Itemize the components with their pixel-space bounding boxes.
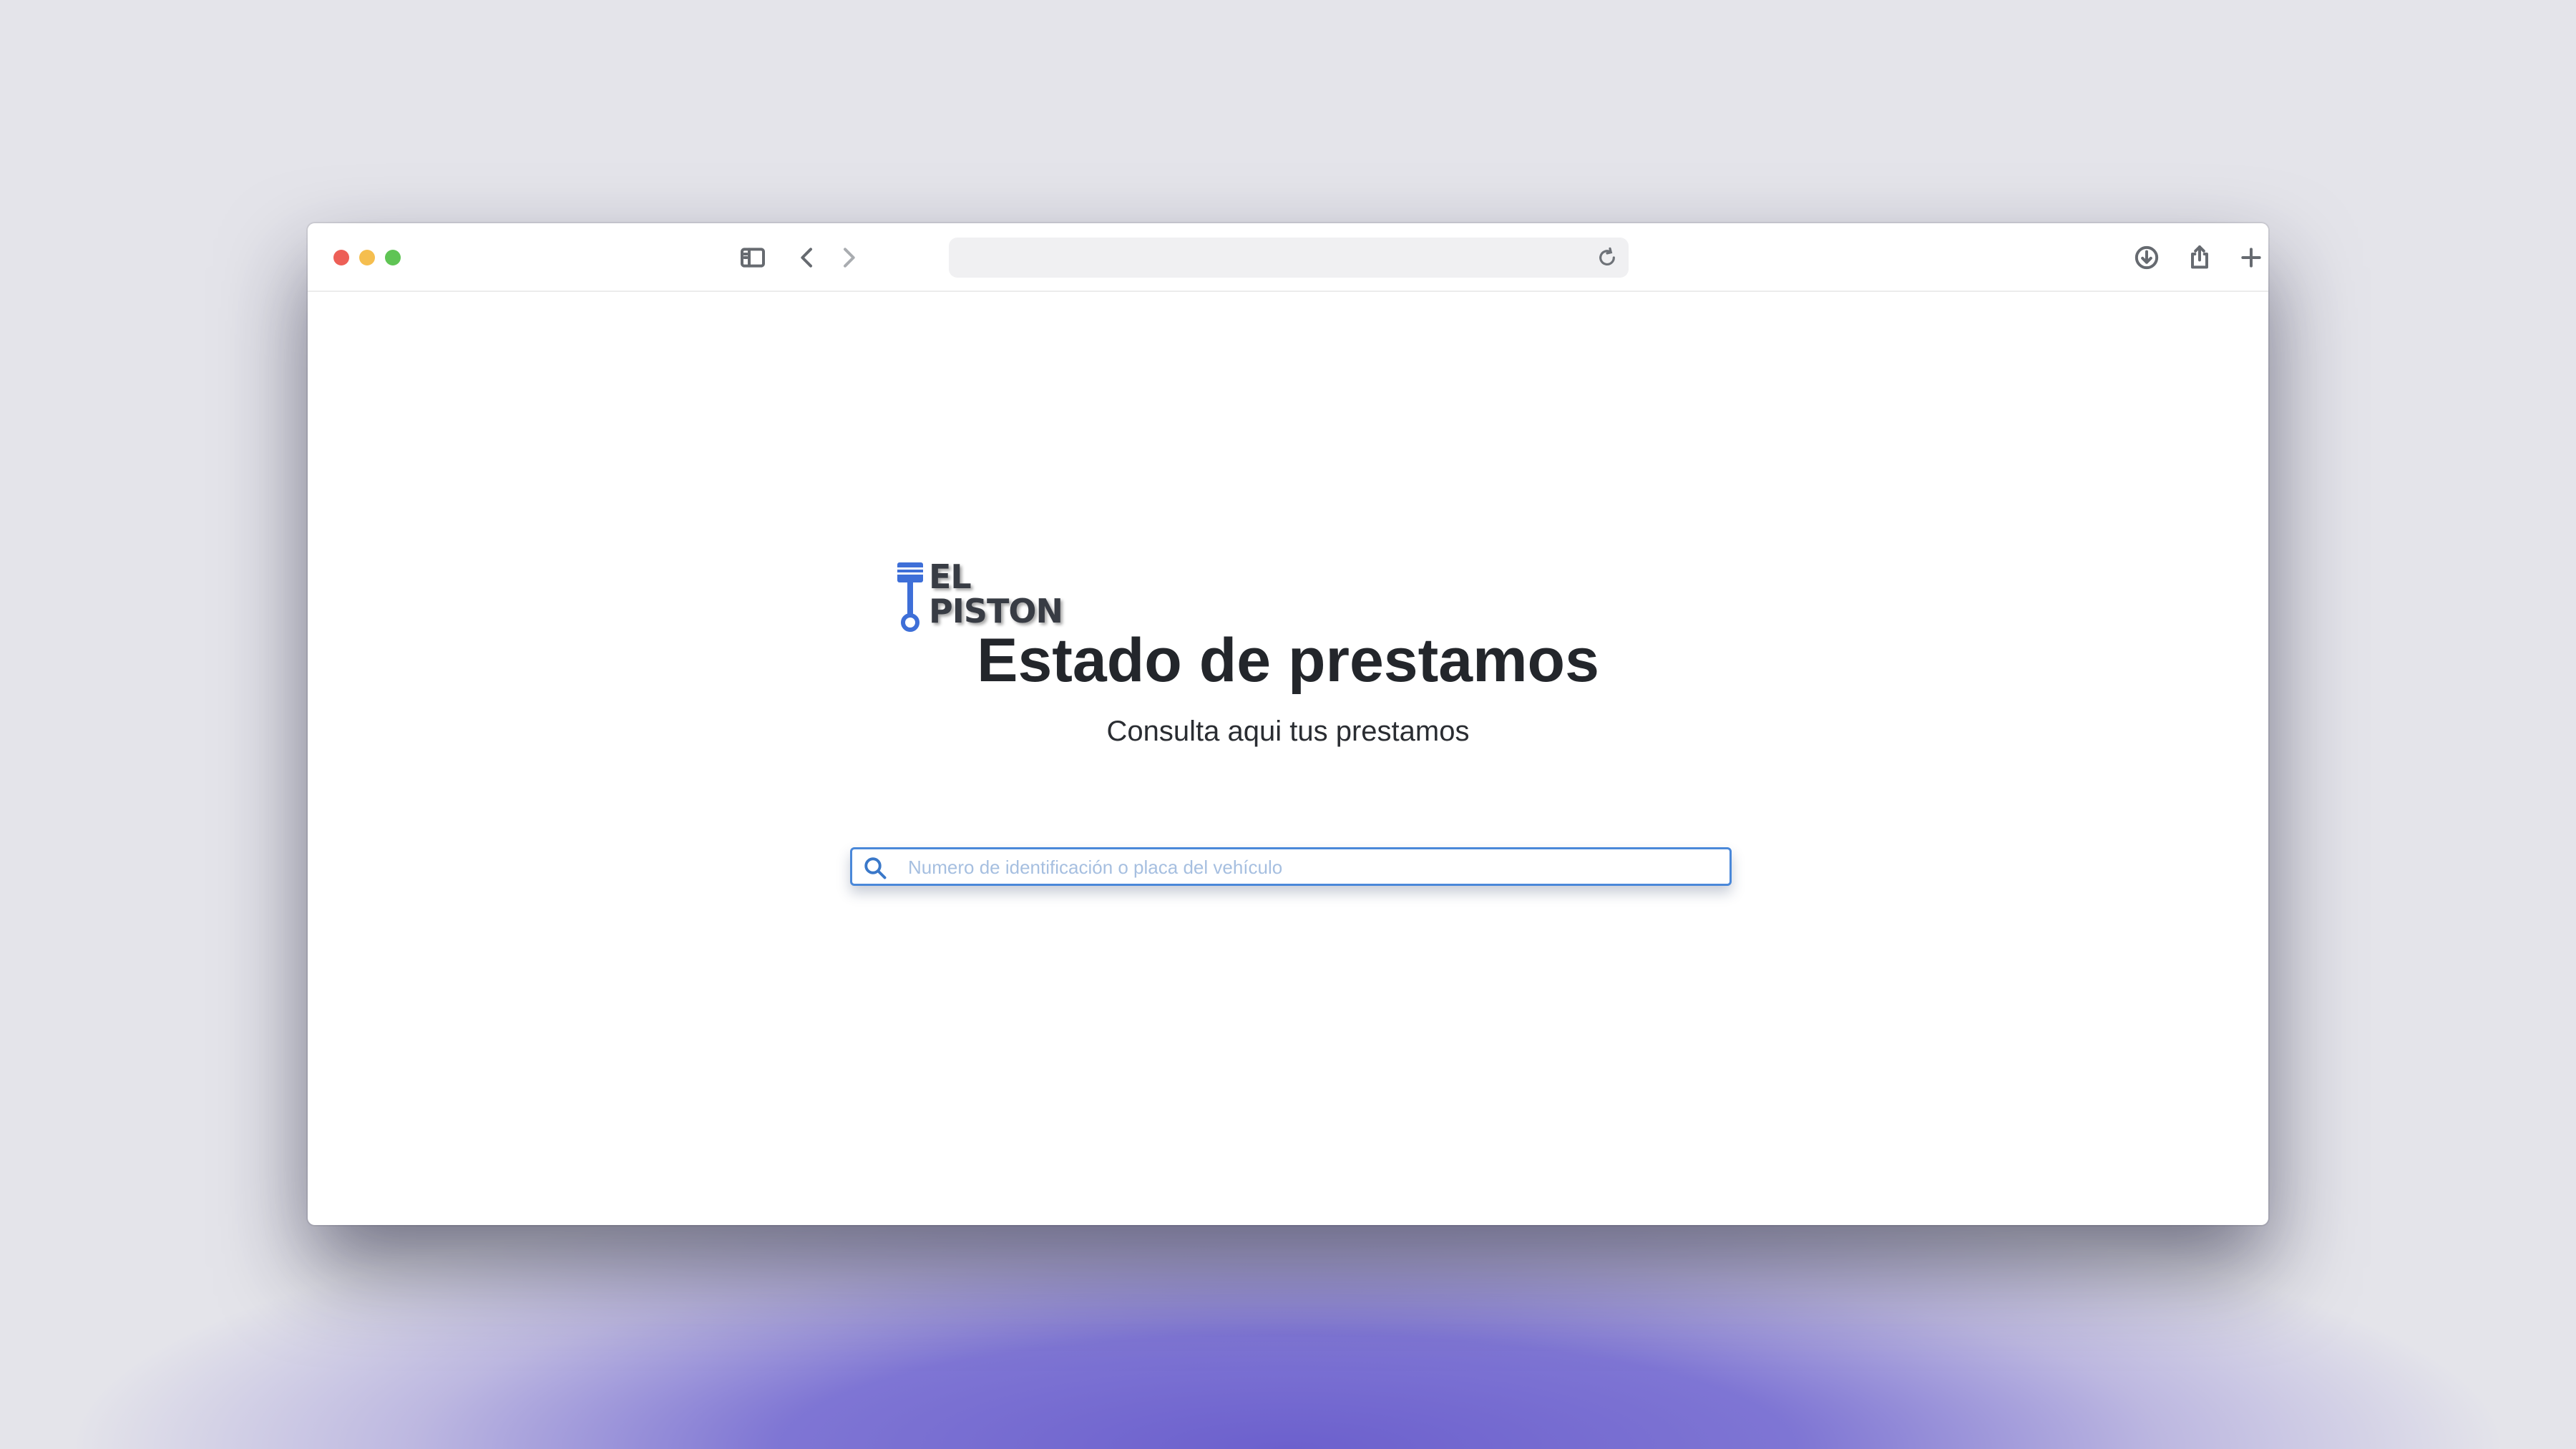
minimize-window-button[interactable] (359, 250, 375, 265)
zoom-window-button[interactable] (385, 250, 401, 265)
chevron-left-icon[interactable] (790, 240, 824, 275)
logo-text: EL PISTON (929, 560, 1063, 628)
logo-line-1: EL (929, 557, 972, 596)
share-icon[interactable] (2182, 240, 2217, 275)
download-icon[interactable] (2129, 240, 2164, 275)
sidebar-icon[interactable] (736, 240, 770, 275)
search-input[interactable] (908, 854, 1717, 881)
address-bar[interactable] (949, 238, 1629, 278)
reload-icon[interactable] (1596, 246, 1619, 269)
logo-line-2: PISTON (929, 592, 1063, 630)
page-subtitle: Consulta aqui tus prestamos (1106, 716, 1470, 747)
el-piston-logo: EL PISTON (894, 558, 1080, 635)
search-icon (862, 855, 888, 881)
chevron-right-icon[interactable] (831, 240, 866, 275)
browser-toolbar (308, 223, 2268, 292)
piston-icon (897, 562, 923, 632)
close-window-button[interactable] (333, 250, 349, 265)
page-title: Estado de prestamos (977, 626, 1599, 695)
plus-icon[interactable] (2234, 240, 2268, 275)
search-box[interactable] (850, 847, 1732, 886)
